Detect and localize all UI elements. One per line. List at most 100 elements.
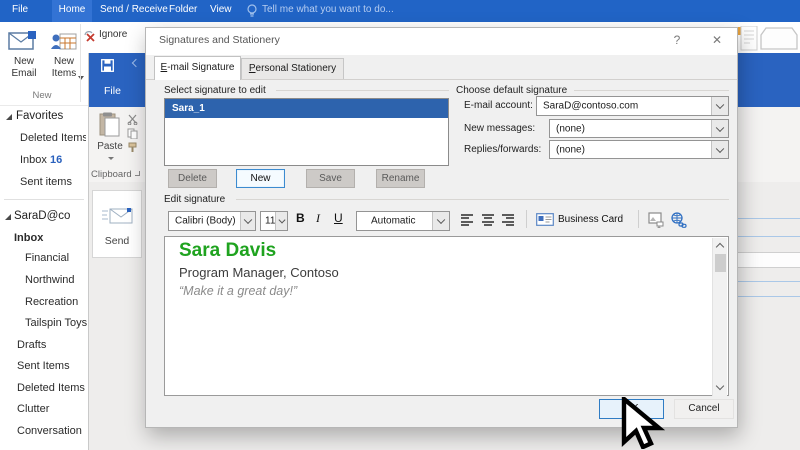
- sidebar-item-clutter[interactable]: Clutter: [17, 403, 87, 415]
- signature-listbox[interactable]: Sara_1: [164, 98, 449, 166]
- sidebar-item-conversation[interactable]: Conversation: [17, 425, 87, 437]
- signature-edit-area[interactable]: Sara Davis Program Manager, Contoso “Mak…: [164, 236, 729, 396]
- insert-hyperlink-icon[interactable]: [670, 212, 687, 233]
- menu-view[interactable]: View: [210, 4, 232, 15]
- dropdown-button[interactable]: [711, 141, 728, 158]
- delete-button[interactable]: Delete: [168, 169, 217, 188]
- email-account-value: SaraD@contoso.com: [543, 101, 638, 112]
- close-button[interactable]: ✕: [706, 33, 728, 47]
- subject-field[interactable]: [729, 253, 800, 267]
- insert-picture-icon[interactable]: [648, 212, 664, 233]
- new-messages-select[interactable]: (none): [549, 119, 729, 138]
- dropdown-button[interactable]: [240, 212, 255, 230]
- dropdown-arrow-icon: [78, 76, 84, 80]
- sidebar-item-sent-items[interactable]: Sent Items: [17, 360, 87, 372]
- menu-send-receive[interactable]: Send / Receive: [100, 4, 168, 15]
- paste-button[interactable]: Paste: [95, 111, 125, 167]
- menu-folder[interactable]: Folder: [169, 4, 197, 15]
- bold-button[interactable]: B: [296, 211, 305, 225]
- replies-forwards-select[interactable]: (none): [549, 140, 729, 159]
- new-email-button[interactable]: New Email: [4, 28, 44, 92]
- sidebar-item-sent-items-fav[interactable]: Sent items: [20, 176, 86, 188]
- tab-email-signature[interactable]: E-mail Signature: [154, 56, 241, 80]
- outlook-screen: New Email New Items New Ignore: [0, 0, 800, 450]
- underline-button[interactable]: U: [334, 211, 343, 225]
- new-button[interactable]: New: [236, 169, 285, 188]
- ignore-button[interactable]: Ignore: [84, 27, 144, 47]
- scroll-up-icon[interactable]: [716, 243, 724, 251]
- sidebar-item-account-inbox[interactable]: Inbox: [14, 232, 86, 244]
- save-button[interactable]: Save: [306, 169, 355, 188]
- new-items-icon: [50, 30, 78, 57]
- email-account-select[interactable]: SaraD@contoso.com: [536, 96, 729, 116]
- dropdown-button[interactable]: [711, 120, 728, 137]
- new-email-icon: [8, 30, 38, 57]
- chevron-down-icon: [716, 144, 724, 152]
- dropdown-button[interactable]: [275, 212, 287, 230]
- menu-file[interactable]: File: [12, 4, 28, 15]
- sidebar-item-northwind[interactable]: Northwind: [25, 274, 87, 286]
- chevron-down-icon: [716, 123, 724, 131]
- font-size-select[interactable]: 11: [260, 211, 288, 231]
- send-envelope-icon: [102, 207, 134, 232]
- sidebar-item-deleted-items[interactable]: Deleted Items: [20, 132, 86, 144]
- new-items-button[interactable]: New Items: [44, 28, 84, 92]
- font-color-value: Automatic: [371, 216, 415, 227]
- new-email-label: New Email: [2, 56, 46, 80]
- group-hairline: [276, 90, 449, 91]
- expand-triangle-icon[interactable]: [6, 114, 12, 120]
- ignore-label: Ignore: [99, 29, 127, 40]
- signature-list-item-selected[interactable]: Sara_1: [165, 99, 448, 118]
- format-painter-icon[interactable]: [127, 140, 138, 158]
- signature-name: Sara Davis: [179, 240, 276, 262]
- help-button[interactable]: ?: [666, 33, 688, 47]
- sidebar-item-inbox[interactable]: Inbox 16: [20, 154, 86, 166]
- group-hairline: [236, 199, 729, 200]
- signature-quote: “Make it a great day!”: [179, 284, 297, 298]
- new-messages-value: (none): [556, 123, 585, 134]
- group-divider: [80, 24, 81, 102]
- business-card-button[interactable]: Business Card: [536, 211, 632, 229]
- italic-button[interactable]: I: [316, 211, 320, 226]
- undo-arrow-icon[interactable]: [132, 59, 140, 67]
- send-label: Send: [93, 235, 141, 247]
- menu-home-tab[interactable]: Home: [52, 0, 92, 22]
- edit-signature-group-label: Edit signature: [164, 194, 225, 205]
- scrollbar[interactable]: [712, 238, 727, 396]
- scrollbar-thumb[interactable]: [715, 254, 726, 272]
- sidebar-item-tailspin-toys[interactable]: Tailspin Toys: [25, 317, 87, 329]
- sidebar-account-header[interactable]: SaraD@co: [14, 210, 87, 222]
- font-color-select[interactable]: Automatic: [356, 211, 450, 231]
- sidebar-favorites-header[interactable]: Favorites: [16, 110, 86, 122]
- sidebar-item-recreation[interactable]: Recreation: [25, 296, 87, 308]
- expand-triangle-icon[interactable]: [5, 214, 11, 220]
- font-family-select[interactable]: Calibri (Body): [168, 211, 256, 231]
- sidebar-item-drafts[interactable]: Drafts: [17, 339, 87, 351]
- align-left-icon[interactable]: [461, 214, 474, 226]
- dialog-titlebar[interactable]: Signatures and Stationery ? ✕: [146, 28, 737, 55]
- align-right-icon[interactable]: [501, 214, 514, 226]
- dropdown-button[interactable]: [432, 212, 449, 230]
- field-line: [729, 267, 800, 268]
- tab-personal-stationery[interactable]: Personal Stationery: [241, 58, 344, 79]
- send-button[interactable]: Send: [92, 190, 142, 258]
- dialog-launcher-icon[interactable]: [135, 171, 140, 176]
- chevron-down-icon: [437, 216, 445, 224]
- default-signature-group-label: Choose default signature: [456, 85, 567, 96]
- business-card-icon: [536, 213, 554, 231]
- inbox-label: Inbox: [20, 154, 47, 166]
- tell-me-box[interactable]: Tell me what you want to do...: [262, 4, 394, 15]
- chevron-down-icon: [278, 216, 285, 223]
- field-line: [729, 296, 800, 297]
- sidebar-item-financial[interactable]: Financial: [25, 252, 87, 264]
- align-center-icon[interactable]: [481, 214, 494, 226]
- sidebar-item-deleted-items2[interactable]: Deleted Items: [17, 382, 87, 394]
- dropdown-button[interactable]: [711, 97, 728, 115]
- scroll-down-icon[interactable]: [716, 382, 724, 390]
- rename-button[interactable]: Rename: [376, 169, 425, 188]
- toolbar-divider: [638, 210, 639, 228]
- save-icon[interactable]: [101, 59, 114, 77]
- cancel-button[interactable]: Cancel: [674, 399, 734, 419]
- font-family-value: Calibri (Body): [175, 216, 236, 227]
- compose-file-tab[interactable]: File: [104, 85, 121, 97]
